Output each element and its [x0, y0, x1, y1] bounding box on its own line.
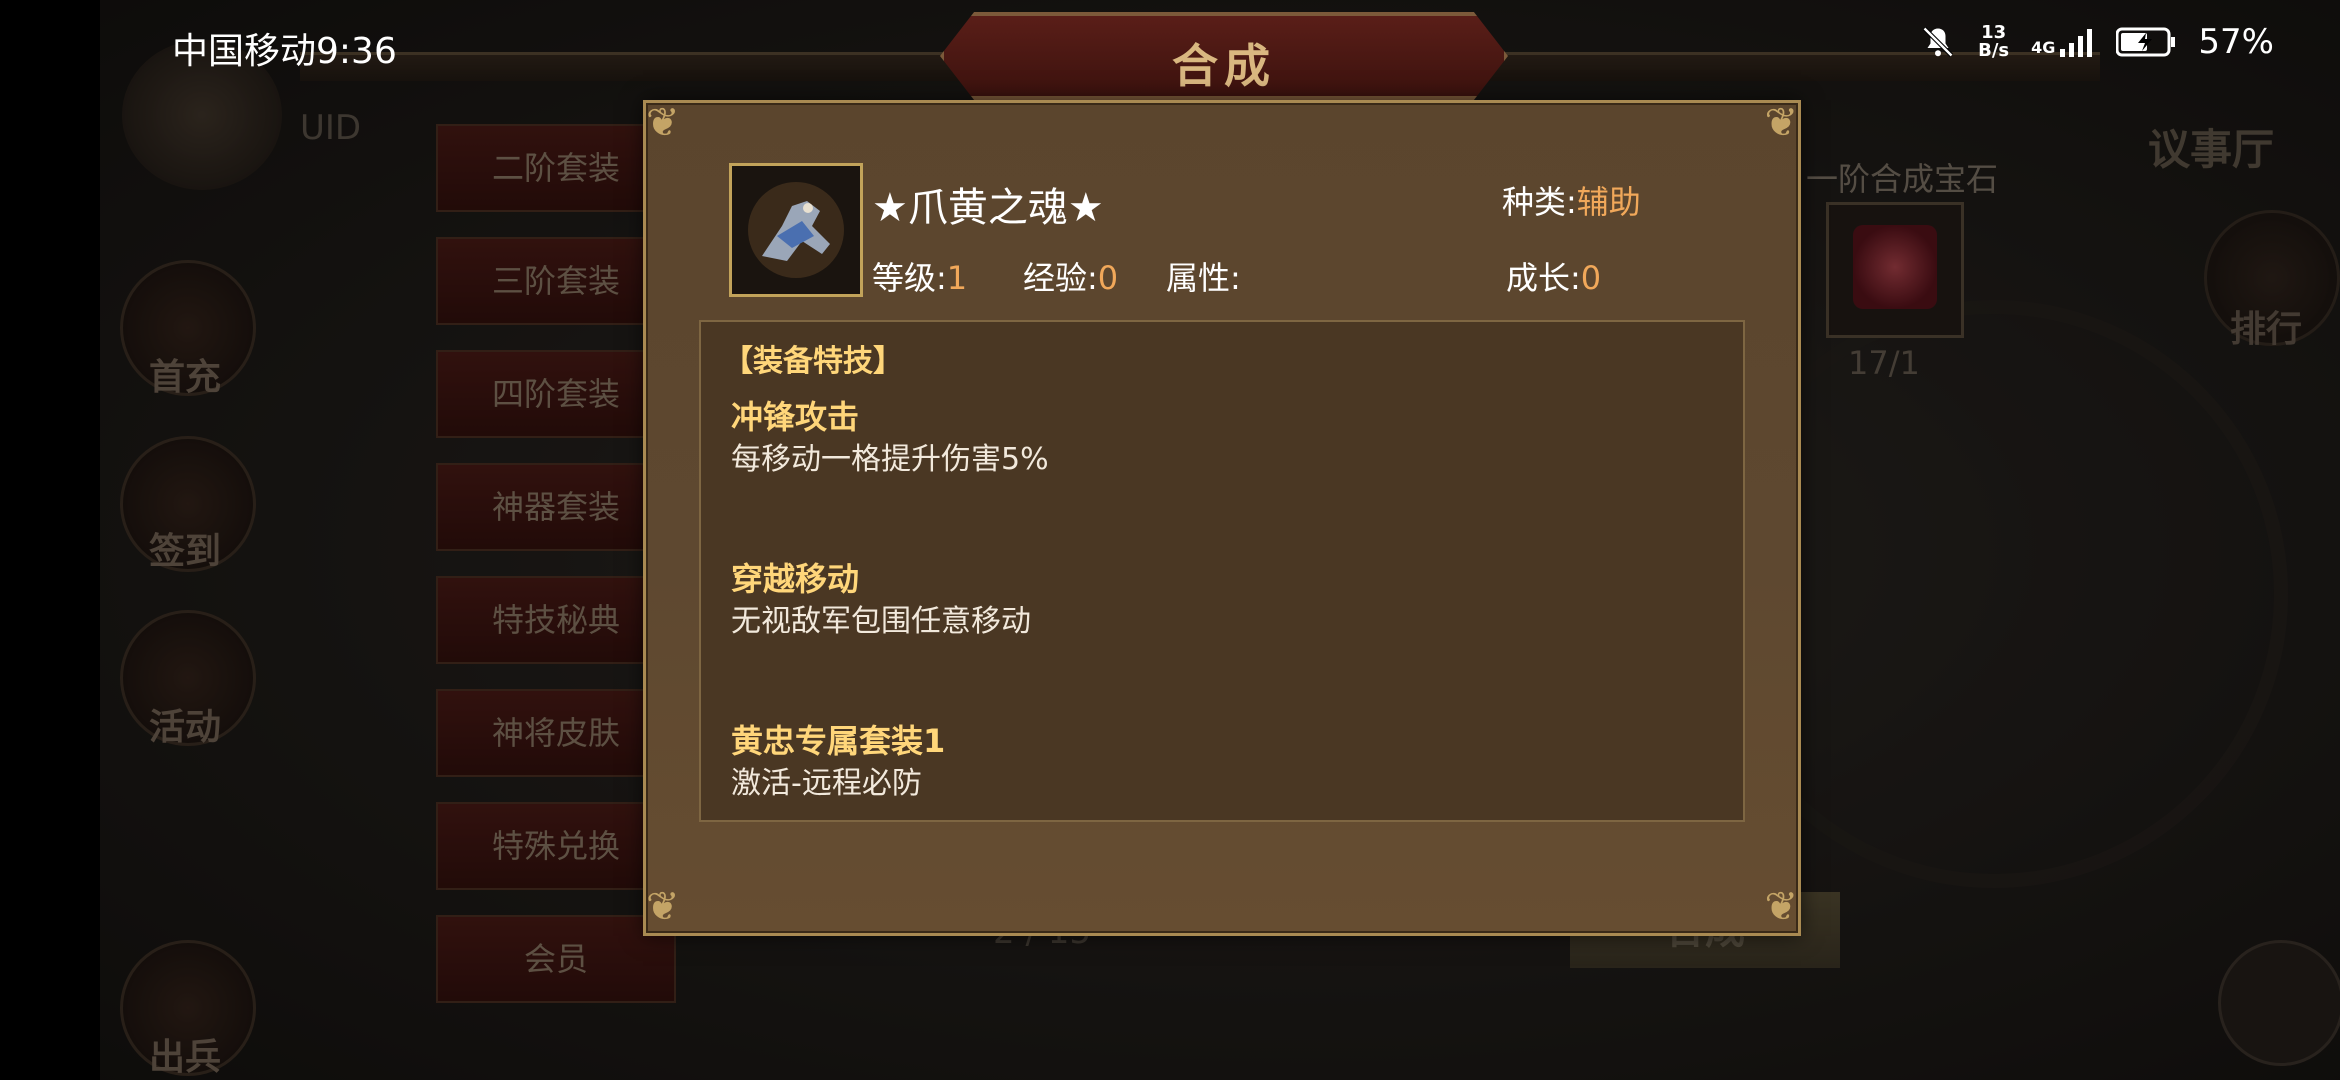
skill-desc: 无视敌军包围任意移动	[731, 604, 1031, 639]
kind-label: 种类:	[1502, 183, 1577, 221]
item-level: 等级:1	[872, 253, 967, 299]
item-detail-popup[interactable]: ❦ ❦ ❦ ❦ ★爪黄之魂★ 种类:辅助 等级:1 经验:0 属性: 成长:0 …	[643, 100, 1801, 936]
item-attribute: 属性:	[1166, 253, 1241, 299]
item-exp: 经验:0	[1023, 253, 1118, 299]
kind-value: 辅助	[1576, 183, 1641, 221]
network-type: 4G	[2031, 38, 2056, 57]
attr-label: 属性:	[1166, 259, 1241, 297]
skill-desc: 激活-远程必防	[731, 766, 922, 801]
mute-bell-icon	[1923, 26, 1954, 58]
section-title: 【装备特技】	[723, 344, 903, 379]
corner-ornament-icon: ❦	[1764, 100, 1798, 146]
battery-percent: 57%	[2198, 22, 2274, 62]
net-speed-unit: B/s	[1978, 40, 2010, 61]
level-label: 等级:	[872, 259, 947, 297]
signal-bars-icon	[2060, 29, 2093, 57]
exp-label: 经验:	[1023, 259, 1098, 297]
left-black-bar	[0, 0, 100, 1080]
growth-value: 0	[1580, 259, 1602, 297]
corner-ornament-icon: ❦	[646, 884, 680, 930]
skill-title: 黄忠专属套装1	[731, 722, 946, 760]
item-kind: 种类:辅助	[1502, 177, 1641, 223]
skill-desc: 每移动一格提升伤害5%	[731, 442, 1049, 477]
skill-title: 冲锋攻击	[731, 398, 860, 436]
exp-value: 0	[1097, 259, 1119, 297]
item-growth: 成长:0	[1506, 253, 1601, 299]
game-screen: { "status_bar": { "carrier_time": "中国移动9…	[0, 0, 2340, 1080]
growth-label: 成长:	[1506, 259, 1581, 297]
item-name: ★爪黄之魂★	[872, 185, 1104, 231]
skill-title: 穿越移动	[731, 560, 860, 598]
battery-icon	[2116, 27, 2176, 57]
carrier-time: 中国移动9:36	[172, 31, 397, 72]
signal-icon: 4G	[2031, 27, 2094, 57]
mount-item-icon	[729, 163, 863, 297]
network-speed: 13 B/s	[1978, 24, 2009, 60]
level-value: 1	[946, 259, 968, 297]
skill-description-box: 【装备特技】 冲锋攻击 每移动一格提升伤害5% 穿越移动 无视敌军包围任意移动 …	[699, 320, 1745, 822]
corner-ornament-icon: ❦	[1764, 884, 1798, 930]
corner-ornament-icon: ❦	[646, 100, 680, 146]
system-status-bar: 中国移动9:36 13 B/s 4G 57%	[0, 0, 2340, 96]
